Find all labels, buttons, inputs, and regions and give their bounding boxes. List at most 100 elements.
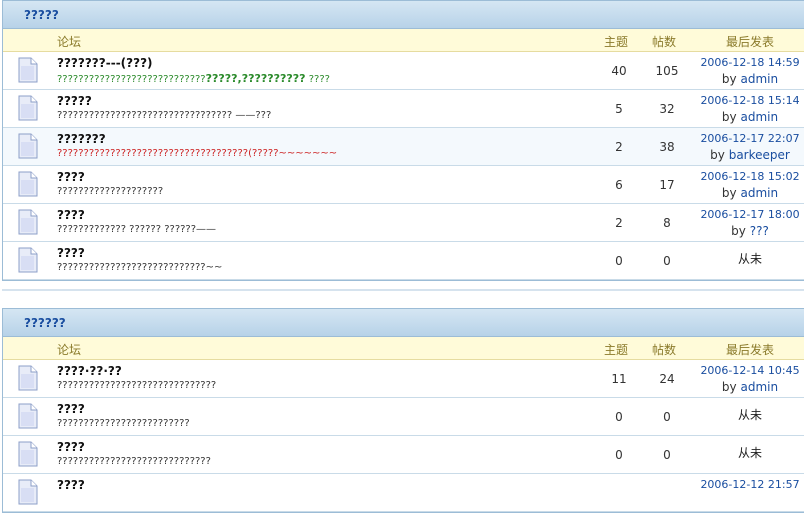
by-label: by [731, 224, 750, 238]
forum-column-label: 论坛 [57, 343, 82, 357]
forum-name-link[interactable]: ???? [57, 246, 85, 260]
column-header: 论坛 主题 帖数 最后发表 [3, 29, 804, 52]
forum-row: ????·??·????????????????????????????????… [3, 360, 804, 398]
forum-description: ?????????????????????????????? [57, 380, 216, 391]
posts-count: 0 [663, 254, 671, 268]
last-post-author: by ??? [700, 223, 800, 239]
author-link[interactable]: admin [740, 110, 778, 124]
author-link[interactable]: admin [740, 72, 778, 86]
forum-description-text: ????????????????????????? [57, 418, 190, 429]
by-label: by [710, 148, 729, 162]
last-post-never: 从未 [737, 446, 762, 460]
forum-description-text: ?????? [57, 148, 89, 159]
forum-description-tail: ???? [305, 74, 330, 85]
forum-description: ????????????????????????????????? ——??? [57, 110, 271, 121]
forum-name-link[interactable]: ???? [57, 440, 85, 454]
topics-count: 0 [615, 448, 623, 462]
last-post-date-link[interactable]: 2006-12-18 15:14 [700, 93, 800, 109]
forum-row: ???? 2006-12-12 21:57 [3, 474, 804, 512]
forum-name-link[interactable]: ???? [57, 170, 85, 184]
forum-row: ????????????????????????????? 0 0 从未 [3, 398, 804, 436]
last-post-column-label: 最后发表 [726, 343, 775, 357]
column-header: 论坛 主题 帖数 最后发表 [3, 337, 804, 360]
forum-category: ?????? 论坛 主题 帖数 最后发表 ????·??·???????????… [2, 308, 804, 513]
category-title[interactable]: ?????? [24, 316, 66, 330]
last-post: 2006-12-18 15:02 by admin [700, 169, 800, 201]
forum-name-link[interactable]: ???????---(???) [57, 56, 153, 70]
category-header: ????? [3, 1, 804, 29]
author-link[interactable]: admin [740, 380, 778, 394]
forum-description-rest: ??????????????????????????????(?????~~~~… [88, 148, 338, 159]
posts-count: 38 [659, 140, 675, 154]
by-label: by [721, 186, 741, 200]
last-post-author: by admin [700, 71, 800, 87]
forum-name-link[interactable]: ????·??·?? [57, 364, 122, 378]
forum-row: ???? ????????????? ?????? ??????—— 2 8 2006-… [3, 204, 804, 242]
topics-count: 5 [615, 102, 623, 116]
forum-description: ????????????? ?????? ??????—— [57, 224, 216, 235]
by-label: by [721, 72, 741, 86]
last-post-author: by admin [700, 185, 800, 201]
last-post-date-link[interactable]: 2006-12-17 22:07 [700, 131, 800, 147]
last-post-author: by barkeeper [700, 147, 800, 163]
author-link[interactable]: admin [740, 186, 778, 200]
forum-row: ????? ????????????????????????????????? —… [3, 90, 804, 128]
forum-category: ????? 论坛 主题 帖数 最后发表 ???????---(???)?????… [2, 0, 804, 281]
forum-description: ?????????????????????????????????,??????… [57, 72, 330, 85]
category-title[interactable]: ????? [24, 8, 59, 22]
by-label: by [721, 110, 741, 124]
forum-description-rest: ????????????~~ [141, 262, 223, 273]
last-post-date-link[interactable]: 2006-12-17 18:00 [700, 207, 800, 223]
last-post: 2006-12-17 22:07 by barkeeper [700, 131, 800, 163]
forum-folder-icon [18, 441, 38, 467]
forum-description-text: ???????????????????????????? [57, 74, 206, 85]
forum-description-text: ???????????????? [57, 262, 142, 273]
forum-description: ????????????????????????????????????(???… [57, 148, 337, 159]
forum-row: ???? ????????????????????????????~~ 0 0 从未 [3, 242, 804, 280]
author-link[interactable]: barkeeper [729, 148, 790, 162]
forum-description: ????????????????????????????? [57, 456, 211, 467]
posts-count: 17 [659, 178, 675, 192]
category-header: ?????? [3, 309, 804, 337]
forum-description: ????????????????????????????~~ [57, 262, 222, 273]
posts-count: 32 [659, 102, 675, 116]
forum-name-link[interactable]: ???? [57, 208, 85, 222]
topics-count: 2 [615, 216, 623, 230]
topics-count: 11 [611, 372, 627, 386]
forum-folder-icon [18, 133, 38, 159]
forum-name-link[interactable]: ??????? [57, 132, 106, 146]
forum-column-label: 论坛 [57, 35, 82, 49]
topics-count: 40 [611, 64, 627, 78]
last-post: 2006-12-18 15:14 by admin [700, 93, 800, 125]
last-post-author: by admin [700, 379, 800, 395]
last-post-date-link[interactable]: 2006-12-18 14:59 [700, 55, 800, 71]
topics-count: 0 [615, 254, 623, 268]
topics-column-label: 主题 [604, 343, 629, 357]
forum-name-link[interactable]: ???? [57, 478, 85, 492]
last-post-date-link[interactable]: 2006-12-12 21:57 [700, 477, 800, 493]
last-post-date-link[interactable]: 2006-12-18 15:02 [700, 169, 800, 185]
author-link[interactable]: ??? [750, 224, 769, 238]
forum-name-link[interactable]: ???? [57, 402, 85, 416]
forum-folder-icon [18, 247, 38, 273]
last-post: 从未 [700, 245, 800, 267]
posts-column-label: 帖数 [652, 35, 677, 49]
forum-folder-icon [18, 479, 38, 505]
posts-count: 24 [659, 372, 675, 386]
forum-description: ????????????????????????? [57, 418, 190, 429]
forum-name-link[interactable]: ????? [57, 94, 92, 108]
last-post: 2006-12-14 10:45 by admin [700, 363, 800, 395]
last-post-date-link[interactable]: 2006-12-14 10:45 [700, 363, 800, 379]
forum-row: ????????????????????????????????? 0 0 从未 [3, 436, 804, 474]
last-post: 从未 [700, 401, 800, 423]
posts-count: 0 [663, 410, 671, 424]
posts-count: 105 [655, 64, 679, 78]
last-post-never: 从未 [737, 252, 762, 266]
posts-count: 0 [663, 448, 671, 462]
last-post-author: by admin [700, 109, 800, 125]
forum-description-text: ????????????????????????????? [57, 456, 211, 467]
posts-count: 8 [663, 216, 671, 230]
forum-row: ???????---(???)?????????????????????????… [3, 52, 804, 90]
forum-description-text: ????????????????????????????????? ——??? [57, 110, 272, 121]
forum-folder-icon [18, 209, 38, 235]
